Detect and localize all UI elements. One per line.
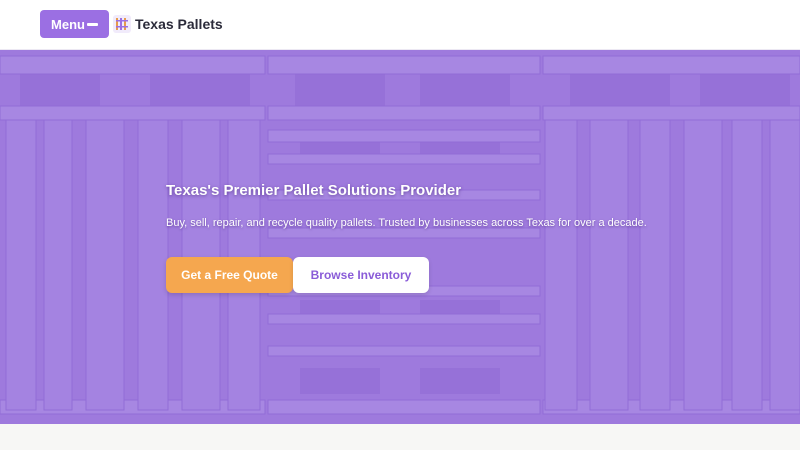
brand-link[interactable]: Texas Pallets [113,12,223,36]
pallet-logo-icon [113,15,131,33]
site-header: Menu Texas Pallets [0,0,800,50]
brand-name: Texas Pallets [135,16,223,32]
hero-cta-group: Get a Free Quote Browse Inventory [166,257,429,293]
browse-inventory-button[interactable]: Browse Inventory [293,257,429,293]
hero-section: Texas's Premier Pallet Solutions Provide… [0,50,800,424]
hero-content: Texas's Premier Pallet Solutions Provide… [166,182,766,229]
hero-overlay [0,50,800,424]
hamburger-icon [86,22,98,26]
menu-button[interactable]: Menu [40,10,109,38]
next-section [0,424,800,450]
hero-title: Texas's Premier Pallet Solutions Provide… [166,182,462,199]
get-quote-button[interactable]: Get a Free Quote [166,257,293,293]
hero-subtitle: Buy, sell, repair, and recycle quality p… [166,217,647,229]
menu-button-label: Menu [51,16,85,32]
